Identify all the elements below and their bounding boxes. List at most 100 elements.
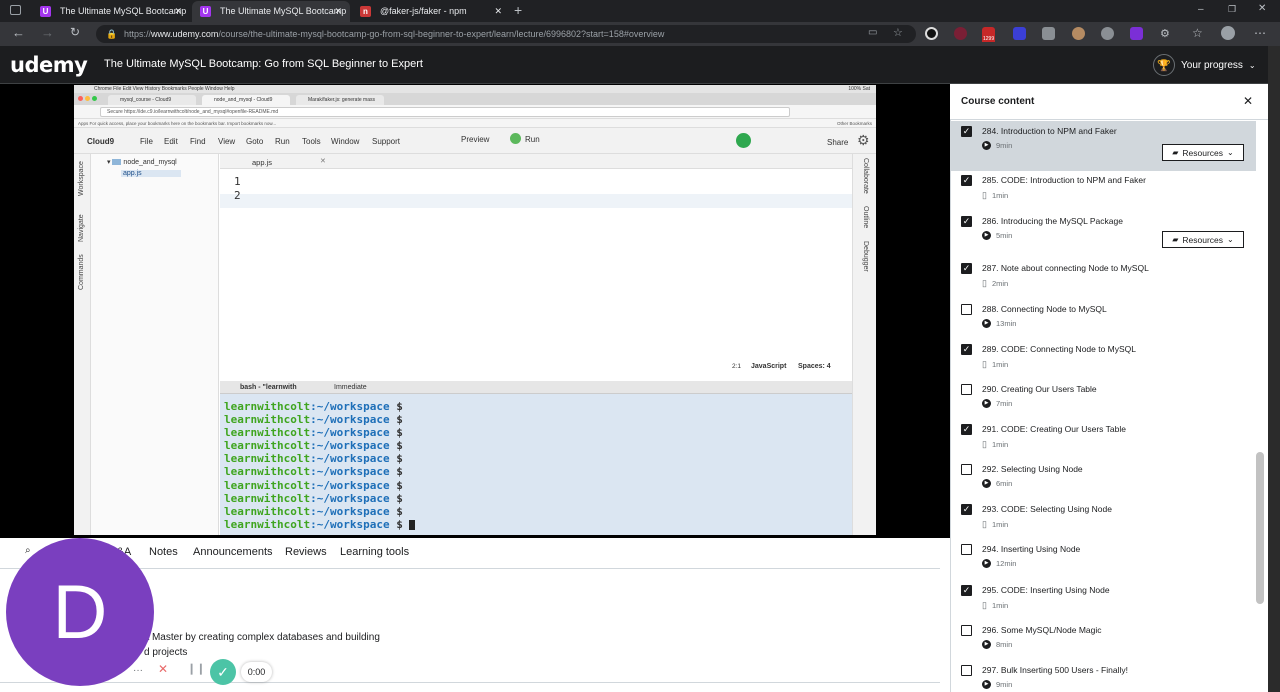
lock-icon: 🔒 xyxy=(106,29,118,39)
checkbox[interactable] xyxy=(961,384,972,395)
extensions-puzzle-icon[interactable]: ⚙ xyxy=(1160,27,1170,40)
new-tab-icon[interactable]: + xyxy=(514,2,522,18)
browser-tab[interactable]: U The Ultimate MySQL Bootcamp ✕ xyxy=(32,1,190,22)
checkbox[interactable]: ✓ xyxy=(961,504,972,515)
reload-icon[interactable]: ↻ xyxy=(70,25,80,39)
curriculum-item[interactable]: ✓ 293. CODE: Selecting Using Node ▯ 1min xyxy=(950,500,1256,540)
terminal-line: learnwithcolt:~/workspace $ xyxy=(224,413,844,426)
checkbox[interactable] xyxy=(961,625,972,636)
course-description: d projects xyxy=(144,647,188,658)
profile-avatar[interactable] xyxy=(1221,26,1235,40)
close-window-icon[interactable]: ✕ xyxy=(1258,3,1266,14)
curriculum-item[interactable]: 297. Bulk Inserting 500 Users - Finally!… xyxy=(950,661,1256,692)
resources-button[interactable]: ▰ Resources ⌄ xyxy=(1162,144,1244,161)
udemy-logo[interactable]: udemy xyxy=(10,53,88,77)
tab-close-icon[interactable]: ✕ xyxy=(494,1,502,21)
close-icon[interactable]: ✕ xyxy=(1243,94,1253,108)
c9-menu-item: Run xyxy=(275,137,290,146)
c9-menu-item: Goto xyxy=(246,137,264,146)
restore-icon[interactable]: ❐ xyxy=(1228,4,1236,15)
tab-reviews[interactable]: Reviews xyxy=(285,546,327,558)
tab-title: The Ultimate MySQL Bootcamp xyxy=(60,6,187,16)
curriculum-item[interactable]: ✓ 286. Introducing the MySQL Package ▶ 5min… xyxy=(950,212,1256,259)
extension-icon[interactable] xyxy=(925,27,938,40)
curriculum-item[interactable]: ✓ 287. Note about connecting Node to MySQ… xyxy=(950,259,1256,300)
extension-icon[interactable] xyxy=(1130,27,1143,40)
curriculum-item-duration: 1min xyxy=(991,520,1009,529)
tab-close-icon[interactable]: ✕ xyxy=(174,1,182,21)
checkbox[interactable] xyxy=(961,304,972,315)
close-icon[interactable]: ✕ xyxy=(158,662,168,676)
terminal-prompt-part: $ xyxy=(389,478,403,492)
checkbox[interactable]: ✓ xyxy=(961,175,972,186)
checkbox[interactable]: ✓ xyxy=(961,424,972,435)
folder-icon xyxy=(112,159,122,166)
address-bar[interactable]: 🔒 https://www.udemy.com/course/the-ultim… xyxy=(96,25,916,43)
curriculum-item[interactable]: ✓ 285. CODE: Introduction to NPM and Fake… xyxy=(950,171,1256,212)
course-title[interactable]: The Ultimate MySQL Bootcamp: Go from SQL… xyxy=(104,58,423,70)
terminal-prompt-part: :~/workspace xyxy=(310,517,390,531)
extension-icon[interactable] xyxy=(1072,27,1085,40)
checkbox[interactable] xyxy=(961,665,972,676)
mac-close-dot xyxy=(78,96,83,101)
camera-icon[interactable]: ▭ xyxy=(868,27,877,38)
checkbox[interactable] xyxy=(961,464,972,475)
more-icon[interactable]: ··· xyxy=(133,665,143,676)
tab-announcements[interactable]: Announcements xyxy=(193,546,273,558)
tab-learning-tools[interactable]: Learning tools xyxy=(340,546,409,558)
curriculum-item-title: 288. Connecting Node to MySQL xyxy=(982,304,1107,314)
curriculum-item[interactable]: ✓ 295. CODE: Inserting Using Node ▯ 1min xyxy=(950,581,1256,621)
menu-icon[interactable]: ⋯ xyxy=(1254,26,1266,40)
sidebar-scrollbar-thumb[interactable] xyxy=(1256,452,1264,604)
extension-icon[interactable] xyxy=(1013,27,1026,40)
minimize-icon[interactable]: – xyxy=(1198,4,1204,15)
checkbox[interactable]: ✓ xyxy=(961,126,972,137)
tab-close-icon[interactable]: ✕ xyxy=(334,1,342,21)
terminal-prompt-part: learnwithcolt xyxy=(224,491,311,505)
tab-favicon-icon: U xyxy=(200,6,211,17)
avatar[interactable]: D xyxy=(6,538,154,686)
terminal-prompt-part: :~/workspace xyxy=(310,465,390,479)
resources-label: Resources xyxy=(1182,234,1224,245)
search-icon[interactable]: ⌕ xyxy=(25,545,31,556)
checkbox[interactable]: ✓ xyxy=(961,585,972,596)
curriculum-item[interactable]: 294. Inserting Using Node ▶ 12min xyxy=(950,540,1256,581)
extension-icon[interactable] xyxy=(954,27,967,40)
extension-badge-icon[interactable]: 1299 xyxy=(982,27,996,42)
favorites-icon[interactable]: ☆ xyxy=(1192,26,1203,40)
browser-tab[interactable]: U The Ultimate MySQL Bootcamp ✕ xyxy=(192,1,350,22)
terminal-cursor xyxy=(408,519,415,530)
curriculum-item[interactable]: 292. Selecting Using Node ▶ 6min xyxy=(950,460,1256,500)
tab-notes[interactable]: Notes xyxy=(149,546,178,558)
curriculum-item[interactable]: 290. Creating Our Users Table ▶ 7min xyxy=(950,380,1256,420)
checkbox[interactable]: ✓ xyxy=(961,216,972,227)
progress-button[interactable]: 🏆 Your progress ⌄ xyxy=(1153,54,1256,76)
curriculum-item-duration: 1min xyxy=(991,191,1009,200)
terminal-prompt-part: :~/workspace xyxy=(310,478,390,492)
curriculum-item[interactable]: ✓ 291. CODE: Creating Our Users Table ▯ 1mi… xyxy=(950,420,1256,460)
url-prefix: https:// xyxy=(124,29,152,39)
scrollbar[interactable] xyxy=(1268,46,1280,692)
check-icon[interactable]: ✓ xyxy=(210,659,236,685)
curriculum-item[interactable]: 288. Connecting Node to MySQL ▶ 13min xyxy=(950,300,1256,340)
extension-icon[interactable] xyxy=(1042,27,1055,40)
curriculum-item[interactable]: 296. Some MySQL/Node Magic ▶ 8min xyxy=(950,621,1256,661)
checkbox[interactable]: ✓ xyxy=(961,263,972,274)
bookmark-star-icon[interactable]: ☆ xyxy=(893,26,903,39)
avatar-letter: D xyxy=(52,569,108,655)
curriculum-item[interactable]: ✓ 284. Introduction to NPM and Faker ▶ 9min… xyxy=(950,121,1256,171)
extension-icon[interactable] xyxy=(1101,27,1114,40)
play-icon: ▶ xyxy=(982,680,991,689)
checkbox[interactable] xyxy=(961,544,972,555)
checkbox[interactable]: ✓ xyxy=(961,344,972,355)
curriculum-item[interactable]: ✓ 289. CODE: Connecting Node to MySQL ▯ 1mi… xyxy=(950,340,1256,380)
tab-actions-icon[interactable] xyxy=(10,5,21,15)
timer-value: 0:00 xyxy=(247,667,266,677)
forward-icon[interactable]: → xyxy=(41,25,54,40)
mac-zoom-dot xyxy=(92,96,97,101)
pause-icon[interactable]: ❙❙ xyxy=(187,662,205,675)
browser-tab[interactable]: n @faker-js/faker - npm ✕ xyxy=(352,1,510,22)
back-icon[interactable]: ← xyxy=(12,25,25,40)
play-icon: ▶ xyxy=(982,559,991,568)
resources-button[interactable]: ▰ Resources ⌄ xyxy=(1162,231,1244,248)
